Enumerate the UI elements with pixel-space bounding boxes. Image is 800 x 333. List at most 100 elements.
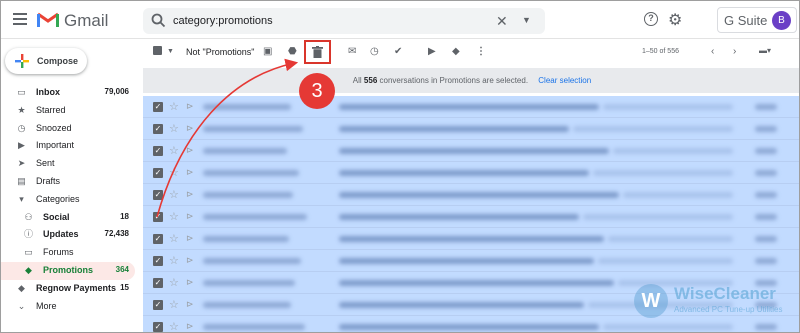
add-to-tasks-icon[interactable]: ✔ (394, 46, 402, 57)
search-icon[interactable] (151, 13, 166, 28)
table-row[interactable]: ✓ ☆ ⊳ (143, 184, 799, 206)
sidebar-item-starred[interactable]: ★ Starred (1, 102, 135, 120)
banner-suffix: conversations in Promotions are selected… (379, 76, 529, 85)
star-icon[interactable]: ☆ (169, 188, 179, 201)
density-icon[interactable]: ▬▾ (759, 46, 771, 55)
sidebar-item-more[interactable]: ⌄ More (1, 298, 135, 316)
sidebar-item-regnow-payments[interactable]: ◆ Regnow Payments 15 (1, 280, 135, 298)
move-to-icon[interactable]: ▶ (428, 46, 436, 57)
star-icon[interactable]: ☆ (169, 232, 179, 245)
chevron-down-icon: ⌄ (17, 300, 26, 311)
sidebar-item-categories[interactable]: ▾ Categories (1, 191, 135, 209)
important-marker-icon[interactable]: ⊳ (186, 189, 194, 200)
important-marker-icon[interactable]: ⊳ (186, 167, 194, 178)
important-marker-icon[interactable]: ⊳ (186, 255, 194, 266)
snippet-blurred (608, 236, 733, 242)
date-blurred (755, 148, 777, 154)
report-spam-icon[interactable]: ⬣ (288, 46, 297, 57)
snippet-blurred (598, 258, 733, 264)
important-marker-icon[interactable]: ⊳ (186, 277, 194, 288)
search-options-icon[interactable]: ▼ (522, 15, 531, 25)
older-icon[interactable]: ‹ (711, 46, 714, 57)
search-bar[interactable]: ✕ ▼ (143, 8, 545, 34)
star-icon[interactable]: ☆ (169, 122, 179, 135)
important-marker-icon[interactable]: ⊳ (186, 101, 194, 112)
search-input[interactable] (173, 13, 493, 29)
date-blurred (755, 170, 777, 176)
clear-selection-link[interactable]: Clear selection (538, 76, 591, 85)
date-blurred (755, 192, 777, 198)
star-icon[interactable]: ☆ (169, 100, 179, 113)
row-checkbox[interactable]: ✓ (153, 146, 163, 156)
row-checkbox[interactable]: ✓ (153, 322, 163, 332)
row-checkbox[interactable]: ✓ (153, 256, 163, 266)
star-icon[interactable]: ☆ (169, 320, 179, 332)
row-checkbox[interactable]: ✓ (153, 190, 163, 200)
sidebar-item-promotions[interactable]: ◆ Promotions 364 (1, 261, 135, 280)
account-switcher[interactable]: G Suite B (717, 7, 797, 33)
sidebar-item-forums[interactable]: ▭ Forums (1, 244, 135, 262)
trash-icon[interactable] (312, 46, 323, 61)
sidebar-item-inbox[interactable]: ▭ Inbox 79,006 (1, 84, 135, 102)
gear-icon[interactable]: ⚙ (668, 10, 682, 30)
row-checkbox[interactable]: ✓ (153, 212, 163, 222)
star-icon[interactable]: ☆ (169, 144, 179, 157)
sidebar-item-important[interactable]: ▶ Important (1, 137, 135, 155)
star-icon[interactable]: ☆ (169, 298, 179, 311)
select-all-checkbox[interactable] (153, 46, 162, 58)
star-icon[interactable]: ☆ (169, 254, 179, 267)
table-row[interactable]: ✓ ☆ ⊳ (143, 228, 799, 250)
gmail-logo-icon (37, 12, 59, 27)
table-row[interactable]: ✓ ☆ ⊳ (143, 206, 799, 228)
important-marker-icon[interactable]: ⊳ (186, 233, 194, 244)
sidebar-item-sent[interactable]: ➤ Sent (1, 155, 135, 173)
help-icon[interactable]: ? (644, 12, 658, 26)
labels-icon[interactable]: ◆ (452, 46, 460, 57)
clear-search-icon[interactable]: ✕ (496, 13, 508, 30)
table-row[interactable]: ✓ ☆ ⊳ (143, 250, 799, 272)
star-icon[interactable]: ☆ (169, 210, 179, 223)
sidebar-item-label: Regnow Payments (36, 282, 117, 293)
important-marker-icon[interactable]: ⊳ (186, 145, 194, 156)
subject-blurred (339, 170, 589, 176)
not-promotions-button[interactable]: Not "Promotions" (186, 47, 254, 57)
sidebar-item-social[interactable]: ⚇ Social 18 (1, 209, 135, 227)
table-row[interactable]: ✓ ☆ ⊳ (143, 162, 799, 184)
important-marker-icon[interactable]: ⊳ (186, 299, 194, 310)
row-checkbox[interactable]: ✓ (153, 278, 163, 288)
plus-icon (15, 54, 29, 70)
mark-as-read-icon[interactable]: ✉ (348, 46, 356, 57)
more-options-icon[interactable]: ⋮ (476, 46, 486, 57)
table-row[interactable]: ✓ ☆ ⊳ (143, 140, 799, 162)
newer-icon[interactable]: › (733, 46, 736, 57)
archive-icon[interactable]: ▣ (263, 46, 272, 57)
snooze-icon[interactable]: ◷ (370, 46, 379, 57)
row-checkbox[interactable]: ✓ (153, 102, 163, 112)
sidebar-item-updates[interactable]: ⓘ Updates 72,438 (1, 226, 135, 244)
sidebar-item-drafts[interactable]: ▤ Drafts (1, 173, 135, 191)
select-dropdown-icon[interactable]: ▼ (167, 48, 174, 55)
clock-icon: ◷ (17, 122, 26, 133)
important-marker-icon[interactable]: ⊳ (186, 211, 194, 222)
sender-blurred (203, 258, 301, 264)
sidebar-item-label: Starred (36, 104, 66, 115)
compose-button[interactable]: Compose (5, 48, 87, 74)
row-checkbox[interactable]: ✓ (153, 234, 163, 244)
sender-blurred (203, 302, 291, 308)
mail-toolbar: ▼ Not "Promotions" ▣ ⬣ ✉ ◷ ✔ ▶ ◆ ⋮ 1–50 … (143, 39, 799, 65)
main-menu-icon[interactable] (13, 13, 27, 25)
important-marker-icon[interactable]: ⊳ (186, 321, 194, 332)
row-checkbox[interactable]: ✓ (153, 168, 163, 178)
row-checkbox[interactable]: ✓ (153, 124, 163, 134)
send-icon: ➤ (17, 158, 26, 169)
row-checkbox[interactable]: ✓ (153, 300, 163, 310)
star-icon[interactable]: ☆ (169, 276, 179, 289)
star-icon[interactable]: ☆ (169, 166, 179, 179)
table-row[interactable]: ✓ ☆ ⊳ (143, 96, 799, 118)
avatar[interactable]: B (772, 11, 791, 30)
date-blurred (755, 104, 777, 110)
table-row[interactable]: ✓ ☆ ⊳ (143, 118, 799, 140)
sidebar-item-count: 18 (120, 211, 129, 221)
sidebar-item-snoozed[interactable]: ◷ Snoozed (1, 120, 135, 138)
important-marker-icon[interactable]: ⊳ (186, 123, 194, 134)
